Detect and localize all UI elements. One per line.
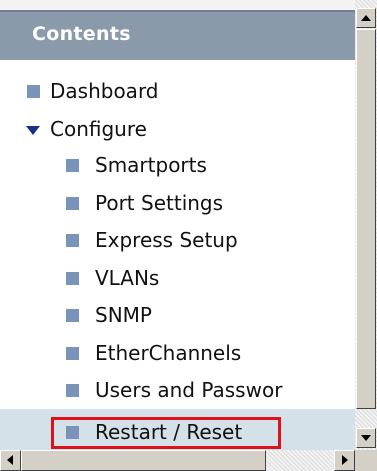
scroll-down-button[interactable] [356, 428, 376, 448]
nav-item-users-and-passwords[interactable]: Users and Passwor [95, 374, 282, 406]
arrow-down-icon [361, 435, 371, 441]
triangle-down-icon[interactable] [26, 126, 40, 135]
contents-panel: Contents Dashboard Configure Smartports … [0, 0, 355, 450]
vertical-scrollbar[interactable] [355, 0, 377, 450]
square-bullet-icon [66, 272, 79, 285]
nav-item-snmp[interactable]: SNMP [95, 299, 152, 331]
contents-title: Contents [32, 23, 131, 45]
square-bullet-icon [66, 309, 79, 322]
arrow-left-icon [7, 455, 13, 465]
nav-item-vlans[interactable]: VLANs [95, 262, 159, 294]
restart-reset-highlight-box [51, 417, 281, 449]
horizontal-scrollbar[interactable] [0, 450, 355, 471]
square-bullet-icon [66, 384, 79, 397]
scroll-left-button[interactable] [0, 450, 21, 471]
contents-header: Contents [0, 10, 355, 60]
square-bullet-icon [27, 85, 40, 98]
scroll-up-button[interactable] [356, 8, 376, 28]
arrow-right-icon [342, 455, 348, 465]
square-bullet-icon [66, 347, 79, 360]
panel-top-strip [0, 0, 355, 10]
nav-item-dashboard[interactable]: Dashboard [50, 75, 159, 107]
square-bullet-icon [66, 197, 79, 210]
nav-item-smartports[interactable]: Smartports [95, 149, 207, 181]
horizontal-scroll-thumb[interactable] [21, 450, 266, 471]
nav-item-etherchannels[interactable]: EtherChannels [95, 337, 241, 369]
arrow-up-icon [361, 15, 371, 21]
nav-item-express-setup[interactable]: Express Setup [95, 224, 238, 256]
nav-item-configure[interactable]: Configure [50, 113, 147, 145]
scroll-right-button[interactable] [334, 450, 355, 471]
nav-item-port-settings[interactable]: Port Settings [95, 187, 223, 219]
vertical-scroll-thumb[interactable] [356, 29, 376, 409]
scrollbar-corner [355, 450, 377, 471]
square-bullet-icon [66, 159, 79, 172]
square-bullet-icon [66, 234, 79, 247]
